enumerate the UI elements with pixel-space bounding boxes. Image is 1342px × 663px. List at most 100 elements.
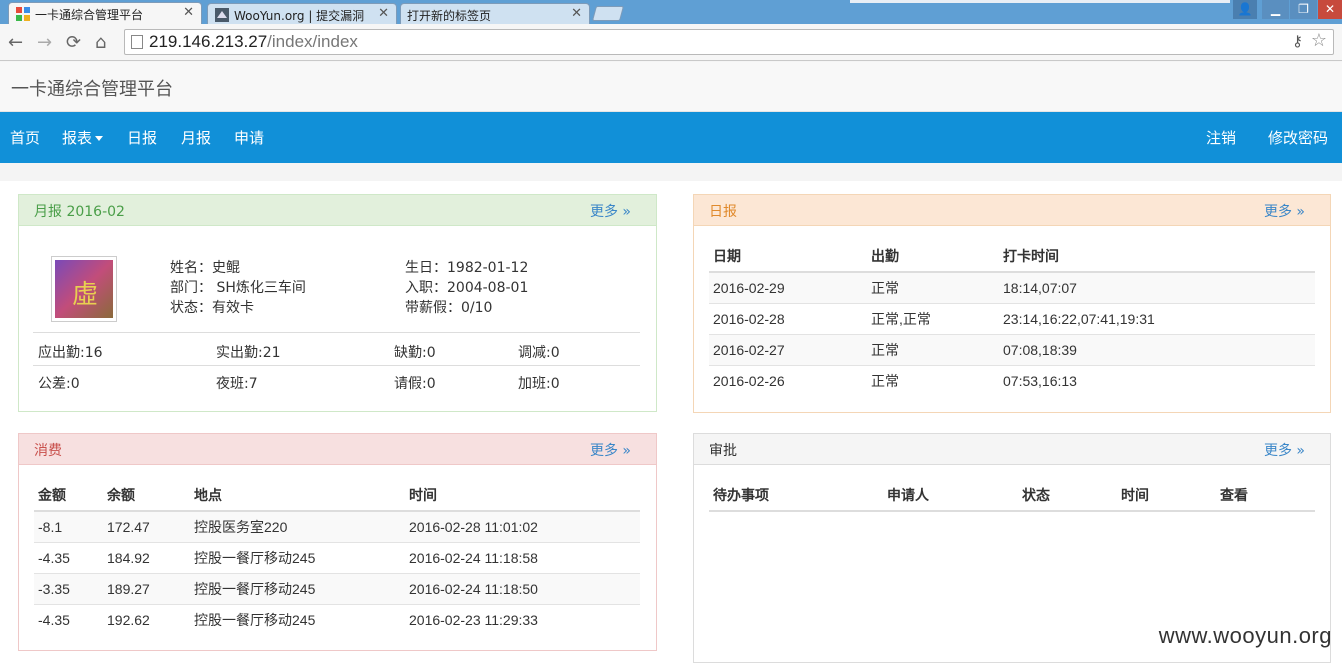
cell-location: 控股一餐厅移动245: [194, 611, 316, 628]
cell-punch: 07:08,18:39: [999, 334, 1315, 366]
browser-tab[interactable]: 打开新的标签页 ✕: [400, 3, 590, 24]
nav-monthly[interactable]: 月报: [181, 127, 211, 148]
browser-tab-strip: 一卡通综合管理平台 ✕ WooYun.org | 提交漏洞 ✕ 打开新的标签页 …: [0, 0, 1342, 24]
approval-panel-header: 审批 更多 »: [694, 434, 1330, 465]
maximize-icon[interactable]: ❐: [1290, 0, 1317, 19]
daily-panel-header: 日报 更多 »: [694, 195, 1330, 226]
nav-logout[interactable]: 注销: [1206, 127, 1236, 148]
stat-absent: 缺勤:0: [394, 345, 436, 361]
cell-amount: -4.35: [38, 611, 70, 628]
bookmark-star-icon[interactable]: ☆: [1311, 30, 1327, 51]
profile-status: 状态：有效卡: [170, 300, 254, 316]
tab-close-icon[interactable]: ✕: [183, 5, 194, 20]
col-todo: 待办事项: [709, 479, 883, 512]
new-tab-button[interactable]: [591, 6, 625, 21]
approval-table: 待办事项 申请人 状态 时间 查看: [709, 479, 1315, 512]
cell-location: 控股一餐厅移动245: [190, 542, 405, 574]
col-amount: 金额: [34, 479, 103, 512]
col-view: 查看: [1216, 479, 1315, 512]
monthly-more-link[interactable]: 更多 »: [590, 201, 631, 221]
table-header-row: 待办事项 申请人 状态 时间 查看: [709, 479, 1315, 512]
table-row: -3.35 189.27 控股一餐厅移动245 2016-02-24 11:18…: [34, 573, 640, 605]
tab-close-icon[interactable]: ✕: [378, 6, 389, 21]
profile-name: 姓名：史鲲: [170, 260, 240, 276]
col-balance: 余额: [103, 479, 190, 512]
cell-attendance: 正常: [867, 272, 999, 304]
nav-apply[interactable]: 申请: [234, 127, 264, 148]
watermark: www.wooyun.org: [1158, 623, 1332, 648]
user-profile-icon[interactable]: 👤: [1233, 0, 1257, 19]
app-favicon-icon: [16, 7, 30, 21]
forward-arrow-icon[interactable]: →: [37, 32, 52, 53]
stat-expected: 应出勤:16: [38, 345, 103, 361]
cell-location: 控股一餐厅移动245: [190, 573, 405, 605]
cell-punch: 23:14,16:22,07:41,19:31: [999, 303, 1315, 335]
profile-joined: 入职：2004-08-01: [405, 280, 529, 296]
window-edge: [850, 0, 1230, 3]
home-icon[interactable]: ⌂: [95, 32, 106, 53]
caret-down-icon: [95, 136, 104, 141]
cell-amount: -8.1: [34, 511, 103, 543]
stat-overtime: 加班:0: [518, 376, 560, 392]
stat-leave: 请假:0: [394, 376, 436, 392]
profile-card: 虛 姓名：史鲲 部门： SH炼化三车间 状态：有效卡 生日：1982-01-12…: [33, 240, 640, 333]
nav-change-password[interactable]: 修改密码: [1268, 127, 1328, 148]
cell-date: 2016-02-29: [709, 272, 867, 304]
back-arrow-icon[interactable]: ←: [8, 32, 23, 53]
close-window-icon[interactable]: ✕: [1318, 0, 1342, 19]
cell-date: 2016-02-27: [709, 334, 867, 366]
tab-title: 一卡通综合管理平台: [35, 8, 144, 22]
profile-left-info: 姓名：史鲲 部门： SH炼化三车间 状态：有效卡: [170, 258, 306, 318]
reload-icon[interactable]: ⟳: [66, 32, 81, 53]
cell-location: 控股医务室220: [190, 511, 405, 543]
monthly-panel-title: 月报 2016-02: [34, 204, 125, 220]
consumption-more-link[interactable]: 更多 »: [590, 440, 631, 460]
col-time: 时间: [1117, 479, 1216, 512]
key-icon[interactable]: ⚷: [1292, 32, 1303, 50]
brand-bar: 一卡通综合管理平台: [0, 62, 1342, 112]
wooyun-favicon-icon: [215, 8, 229, 22]
monthly-panel-header: 月报 2016-02 更多 »: [19, 195, 656, 226]
tab-close-icon[interactable]: ✕: [571, 6, 582, 21]
cell-balance: 192.62: [107, 611, 150, 628]
cell-time: 2016-02-24 11:18:50: [405, 573, 640, 605]
avatar-glyph: 虛: [72, 280, 99, 310]
table-row: -8.1 172.47 控股医务室220 2016-02-28 11:01:02: [34, 511, 640, 543]
profile-birthday: 生日：1982-01-12: [405, 260, 529, 276]
browser-tab-active[interactable]: 一卡通综合管理平台 ✕: [8, 2, 202, 24]
stat-reduced: 调减:0: [518, 345, 560, 361]
nav-home[interactable]: 首页: [10, 127, 40, 148]
address-bar[interactable]: 219.146.213.27/index/index ⚷ ☆: [124, 29, 1334, 55]
col-status: 状态: [1018, 479, 1117, 512]
minimize-icon[interactable]: ▁: [1262, 0, 1289, 19]
main-nav: 首页 报表 日报 月报 申请 注销 修改密码: [0, 112, 1342, 163]
consumption-table: 金额 余额 地点 时间 -8.1 172.47 控股医务室220 2016-02…: [34, 479, 640, 635]
brand-title[interactable]: 一卡通综合管理平台: [11, 75, 173, 101]
stats-divider: [33, 365, 640, 366]
table-row: -4.35 184.92 控股一餐厅移动245 2016-02-24 11:18…: [34, 542, 640, 574]
cell-balance: 172.47: [103, 511, 190, 543]
cell-attendance: 正常,正常: [867, 303, 999, 335]
col-punch-times: 打卡时间: [999, 240, 1315, 273]
table-row: 2016-02-26 正常 07:53,16:13: [709, 365, 1315, 396]
cell-punch: 18:14,07:07: [999, 272, 1315, 304]
cell-punch: 07:53,16:13: [1003, 372, 1077, 389]
cell-attendance: 正常: [867, 334, 999, 366]
daily-more-link[interactable]: 更多 »: [1264, 201, 1305, 221]
profile-right-info: 生日：1982-01-12 入职：2004-08-01 带薪假：0/10: [405, 258, 528, 318]
col-time: 时间: [405, 479, 640, 512]
stat-actual: 实出勤:21: [216, 345, 281, 361]
browser-tab[interactable]: WooYun.org | 提交漏洞 ✕: [207, 3, 397, 24]
col-applicant: 申请人: [883, 479, 1018, 512]
nav-daily[interactable]: 日报: [127, 127, 157, 148]
cell-amount: -3.35: [34, 573, 103, 605]
approval-panel-title: 审批: [709, 443, 737, 459]
cell-attendance: 正常: [871, 372, 899, 389]
table-row: 2016-02-28 正常,正常 23:14,16:22,07:41,19:31: [709, 303, 1315, 335]
dashboard: 月报 2016-02 更多 » 虛 姓名：史鲲 部门： SH炼化三车间 状态：有…: [0, 163, 1342, 663]
approval-more-link[interactable]: 更多 »: [1264, 440, 1305, 460]
nav-reports[interactable]: 报表: [62, 127, 104, 148]
tab-title: WooYun.org | 提交漏洞: [234, 9, 365, 23]
col-attendance: 出勤: [867, 240, 999, 273]
daily-table: 日期 出勤 打卡时间 2016-02-29 正常 18:14,07:07 201…: [709, 240, 1315, 396]
